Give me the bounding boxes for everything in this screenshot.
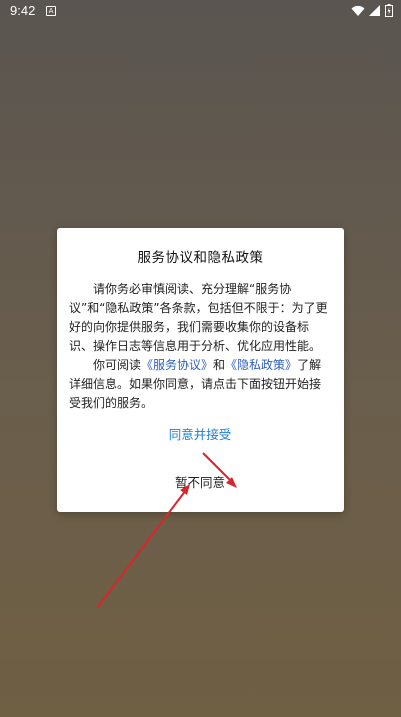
accept-button[interactable]: 同意并接受	[150, 424, 250, 446]
decline-button[interactable]: 暂不同意	[150, 472, 250, 494]
notification-icon: A	[46, 6, 56, 16]
wifi-icon	[351, 5, 365, 16]
privacy-dialog: 服务协议和隐私政策 请你务必审慎阅读、充分理解“服务协议”和“隐私政策”各条款，…	[57, 228, 344, 512]
signal-icon	[369, 5, 381, 16]
para2-prefix: 你可阅读	[93, 358, 142, 372]
dialog-paragraph-2: 你可阅读《服务协议》和《隐私政策》了解详细信息。如果你同意，请点击下面按钮开始接…	[69, 356, 331, 413]
privacy-policy-link[interactable]: 《隐私政策》	[225, 358, 297, 372]
dialog-paragraph-1: 请你务必审慎阅读、充分理解“服务协议”和“隐私政策”各条款，包括但不限于：为了更…	[69, 282, 328, 353]
dialog-body: 请你务必审慎阅读、充分理解“服务协议”和“隐私政策”各条款，包括但不限于：为了更…	[69, 280, 331, 413]
battery-icon	[385, 4, 393, 17]
status-bar: 9:42 A	[0, 0, 401, 22]
para2-and: 和	[213, 358, 226, 372]
dialog-title: 服务协议和隐私政策	[137, 250, 264, 266]
status-time: 9:42	[10, 3, 36, 18]
service-agreement-link[interactable]: 《服务协议》	[141, 358, 213, 372]
status-icons	[351, 4, 393, 18]
